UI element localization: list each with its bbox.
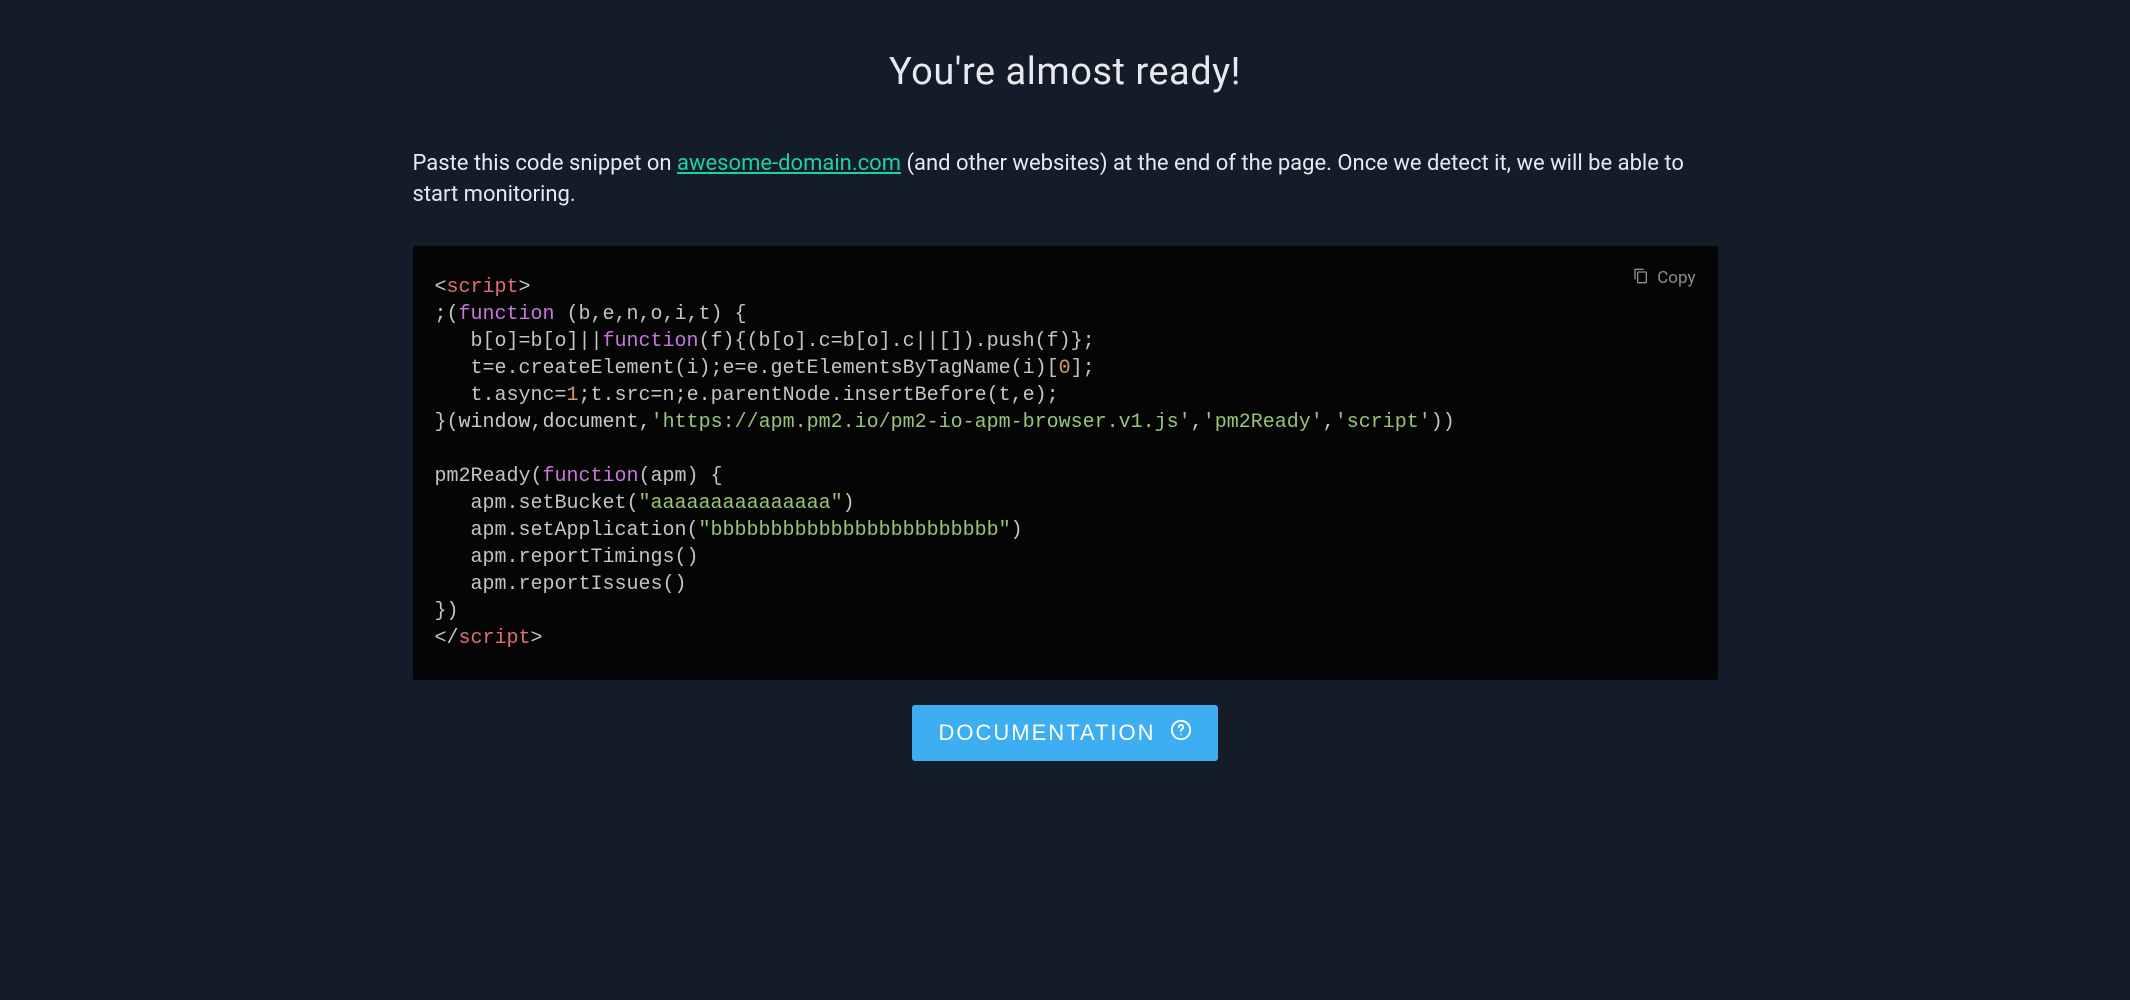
- domain-link[interactable]: awesome-domain.com: [677, 151, 901, 176]
- page-title: You're almost ready!: [413, 50, 1718, 94]
- main-container: You're almost ready! Paste this code sni…: [413, 50, 1718, 761]
- copy-icon: [1633, 268, 1649, 289]
- instruction-before: Paste this code snippet on: [413, 151, 678, 176]
- documentation-label: DOCUMENTATION: [938, 720, 1155, 746]
- help-icon: [1170, 719, 1192, 747]
- instruction-text: Paste this code snippet on awesome-domai…: [413, 149, 1718, 211]
- code-snippet-box: Copy <script> ;(function (b,e,n,o,i,t) {…: [413, 246, 1718, 680]
- copy-label: Copy: [1657, 268, 1695, 288]
- copy-button[interactable]: Copy: [1633, 268, 1695, 289]
- documentation-button[interactable]: DOCUMENTATION: [912, 705, 1217, 761]
- code-content: <script> ;(function (b,e,n,o,i,t) { b[o]…: [435, 274, 1696, 652]
